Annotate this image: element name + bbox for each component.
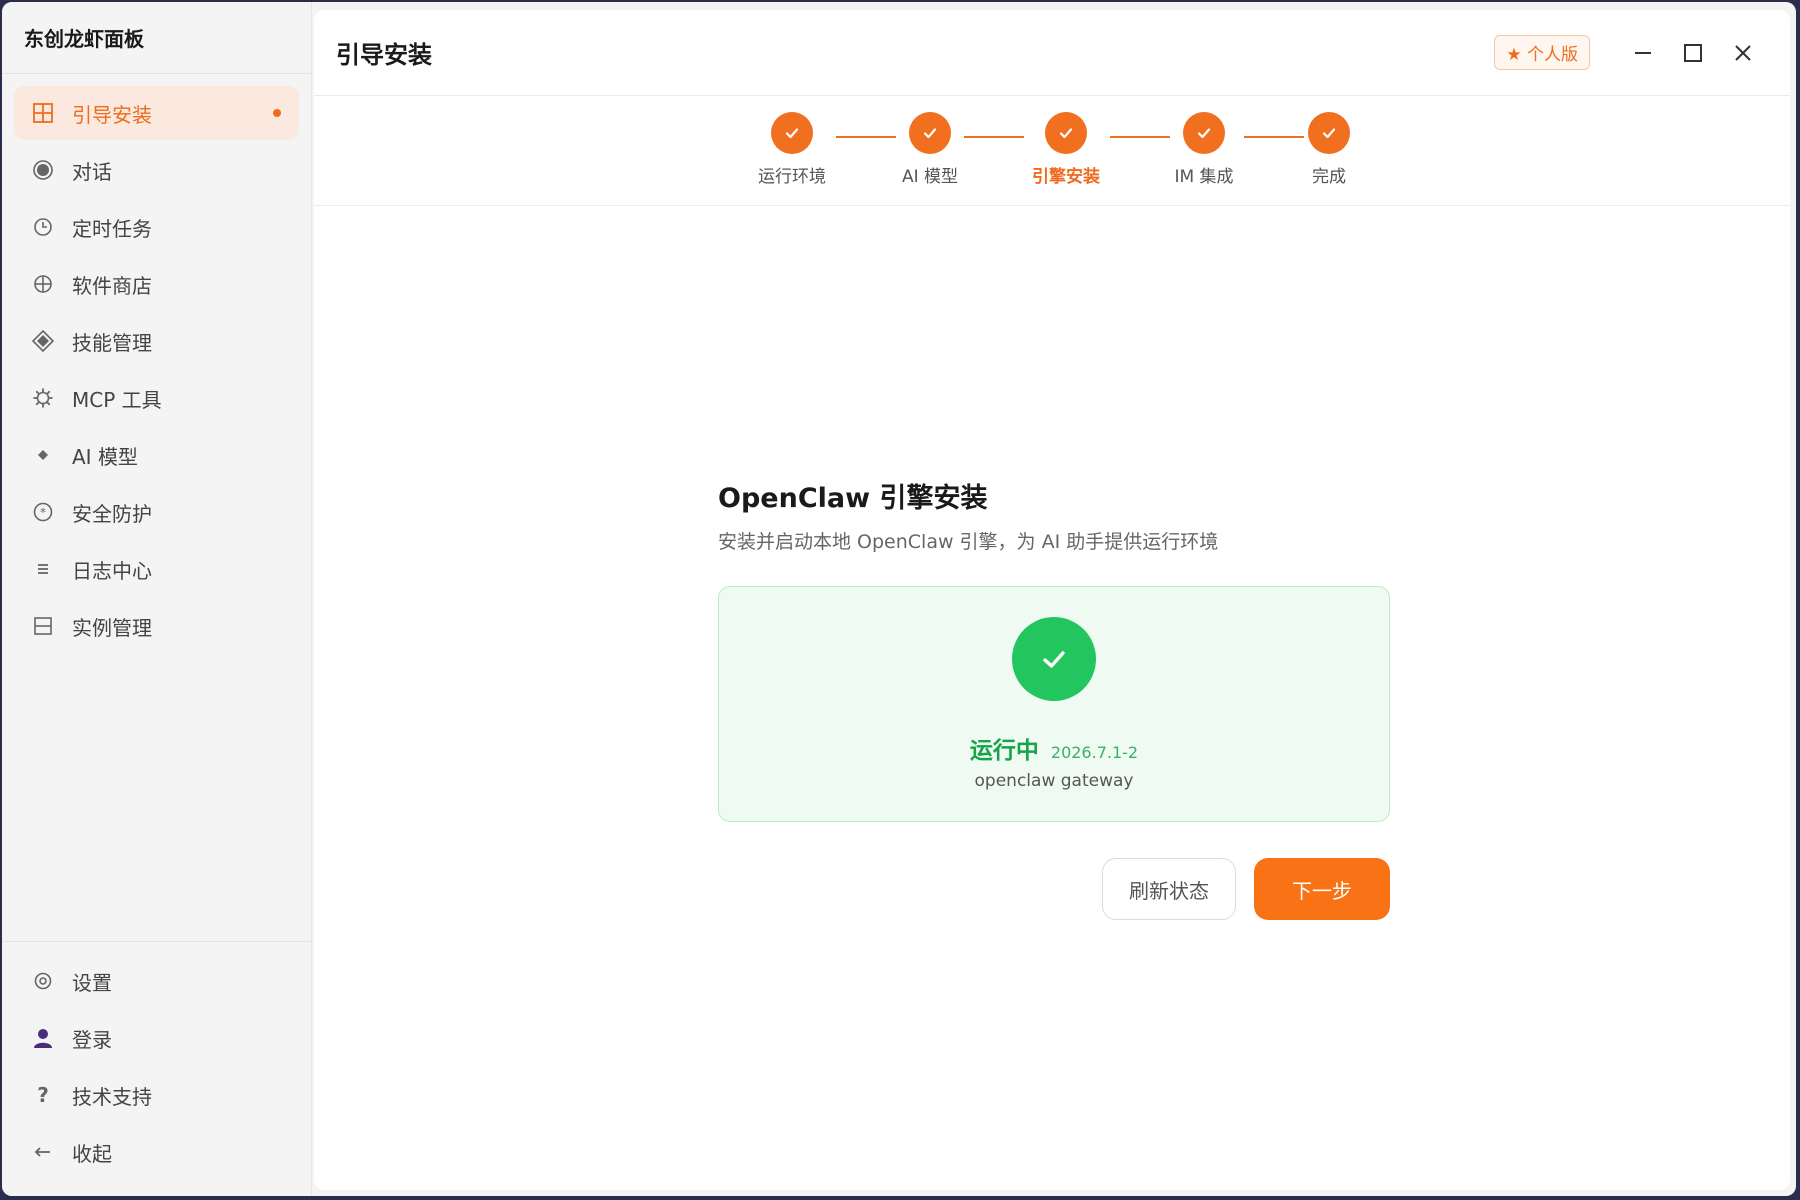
active-dot xyxy=(273,109,281,117)
svg-text:*: * xyxy=(40,506,46,520)
clock-icon xyxy=(30,214,56,240)
step-label: 运行环境 xyxy=(758,167,826,187)
sidebar-item-security[interactable]: * 安全防护 xyxy=(14,485,299,539)
sidebar-item-label: 设置 xyxy=(72,970,112,995)
user-icon xyxy=(30,1025,56,1051)
sidebar-item-mcp-tools[interactable]: MCP 工具 xyxy=(14,371,299,425)
close-icon xyxy=(1735,44,1751,61)
sidebar-item-guided-install[interactable]: 引导安装 xyxy=(14,86,299,140)
sidebar-item-label: 日志中心 xyxy=(72,558,152,583)
sidebar-item-label: 引导安装 xyxy=(72,102,152,127)
sidebar-item-label: 收起 xyxy=(72,1141,112,1166)
window-controls: ★ 个人版 xyxy=(1494,28,1768,78)
arrow-left-icon xyxy=(30,1139,56,1165)
step-label: AI 模型 xyxy=(901,167,959,187)
sidebar-item-skills[interactable]: 技能管理 xyxy=(14,314,299,368)
sidebar-nav: 引导安装 对话 定时任务 软件商店 技能管理 MCP 工具 AI 模型 * 安全… xyxy=(2,74,311,653)
app-title: 东创龙虾面板 xyxy=(2,2,311,74)
sidebar-item-label: 软件商店 xyxy=(72,273,152,298)
settings-icon xyxy=(30,968,56,994)
radio-circle-icon xyxy=(30,157,56,183)
sidebar-item-login[interactable]: 登录 xyxy=(14,1011,299,1065)
step-check-icon xyxy=(771,112,813,154)
step-engine-install[interactable]: 引擎安装 xyxy=(1006,112,1126,187)
success-check-icon xyxy=(1012,617,1096,701)
refresh-status-button[interactable]: 刷新状态 xyxy=(1102,858,1236,920)
main-panel: 引导安装 ★ 个人版 运行环境 AI 模型 引擎安装 IM 集成 完成 Open… xyxy=(314,10,1790,1190)
small-diamond-icon xyxy=(30,442,56,468)
step-label: IM 集成 xyxy=(1174,167,1234,187)
next-step-button[interactable]: 下一步 xyxy=(1254,858,1390,920)
section-subtitle: 安装并启动本地 OpenClaw 引擎，为 AI 助手提供运行环境 xyxy=(718,531,1219,553)
sidebar-item-label: 技术支持 xyxy=(72,1084,152,1109)
step-check-icon xyxy=(1308,112,1350,154)
list-icon xyxy=(30,556,56,582)
globe-icon xyxy=(30,271,56,297)
status-text: 运行中 xyxy=(969,738,1039,764)
sidebar-item-support[interactable]: ? 技术支持 xyxy=(14,1068,299,1122)
sidebar-item-label: 安全防护 xyxy=(72,501,152,526)
page-title: 引导安装 xyxy=(336,41,432,69)
step-runtime-env[interactable]: 运行环境 xyxy=(732,112,852,187)
sidebar-item-label: 登录 xyxy=(72,1027,112,1052)
sidebar-item-label: AI 模型 xyxy=(72,444,138,469)
section-title: OpenClaw 引擎安装 xyxy=(718,483,988,514)
sidebar-bottom: 设置 登录 ? 技术支持 收起 xyxy=(2,941,311,1196)
step-check-icon xyxy=(1183,112,1225,154)
maximize-icon xyxy=(1684,43,1702,62)
status-card: 运行中 2026.7.1-2 openclaw gateway xyxy=(718,586,1390,822)
sidebar-item-chat[interactable]: 对话 xyxy=(14,143,299,197)
sidebar-item-software-store[interactable]: 软件商店 xyxy=(14,257,299,311)
step-check-icon xyxy=(909,112,951,154)
sidebar-item-scheduled-tasks[interactable]: 定时任务 xyxy=(14,200,299,254)
step-check-icon xyxy=(1045,112,1087,154)
action-bar: 刷新状态 下一步 xyxy=(718,858,1390,920)
maximize-button[interactable] xyxy=(1668,28,1718,78)
grid-icon xyxy=(30,100,56,126)
setup-stepper: 运行环境 AI 模型 引擎安装 IM 集成 完成 xyxy=(314,96,1790,206)
status-version: 2026.7.1-2 xyxy=(1050,743,1139,762)
cog-icon xyxy=(30,385,56,411)
panel-icon xyxy=(30,613,56,639)
shield-circle-icon: * xyxy=(30,499,56,525)
sidebar-item-label: 技能管理 xyxy=(72,330,152,355)
step-label: 引擎安装 xyxy=(1032,167,1100,187)
sidebar-item-label: MCP 工具 xyxy=(72,387,162,412)
edition-badge[interactable]: ★ 个人版 xyxy=(1494,35,1590,70)
top-bar: 引导安装 ★ 个人版 xyxy=(314,10,1790,96)
minimize-button[interactable] xyxy=(1618,28,1668,78)
step-ai-model[interactable]: AI 模型 xyxy=(870,112,990,187)
step-complete[interactable]: 完成 xyxy=(1269,112,1389,187)
app-window: 东创龙虾面板 引导安装 对话 定时任务 软件商店 技能管理 MCP 工具 AI … xyxy=(2,2,1796,1196)
sidebar-item-logs[interactable]: 日志中心 xyxy=(14,542,299,596)
sidebar-item-label: 对话 xyxy=(72,159,112,184)
minimize-icon xyxy=(1635,51,1651,54)
sidebar-item-instances[interactable]: 实例管理 xyxy=(14,599,299,653)
question-icon: ? xyxy=(37,1083,49,1107)
engine-install-section: OpenClaw 引擎安装 安装并启动本地 OpenClaw 引擎，为 AI 助… xyxy=(718,476,1390,920)
step-im-integration[interactable]: IM 集成 xyxy=(1144,112,1264,187)
diamond-icon xyxy=(30,328,56,354)
status-line: 运行中 2026.7.1-2 xyxy=(719,731,1389,765)
sidebar-item-label: 实例管理 xyxy=(72,615,152,640)
step-label: 完成 xyxy=(1312,167,1346,187)
sidebar-item-label: 定时任务 xyxy=(72,216,152,241)
sidebar-item-settings[interactable]: 设置 xyxy=(14,954,299,1008)
service-name: openclaw gateway xyxy=(974,771,1134,791)
close-button[interactable] xyxy=(1718,28,1768,78)
sidebar-item-ai-models[interactable]: AI 模型 xyxy=(14,428,299,482)
sidebar-item-collapse[interactable]: 收起 xyxy=(14,1125,299,1179)
sidebar: 东创龙虾面板 引导安装 对话 定时任务 软件商店 技能管理 MCP 工具 AI … xyxy=(2,2,312,1196)
